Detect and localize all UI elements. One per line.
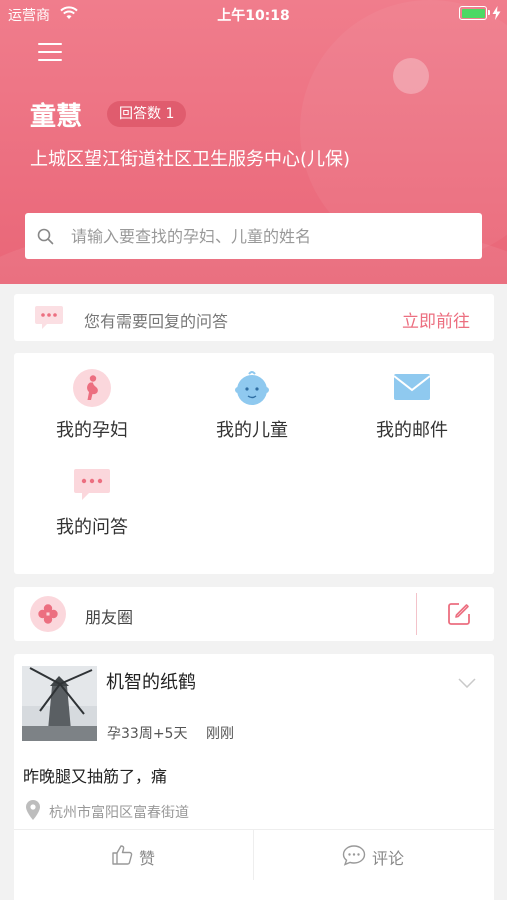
organization-name: 上城区望江街道社区卫生服务中心(儿保) bbox=[30, 149, 351, 170]
moments-header[interactable]: 朋友圈 bbox=[14, 587, 494, 641]
post-author[interactable]: 机智的纸鹤 bbox=[106, 668, 196, 694]
answer-count-badge: 回答数 1 bbox=[107, 101, 187, 127]
status-bar: 运营商 上午10:18 bbox=[0, 0, 507, 28]
thumbs-up-icon bbox=[112, 845, 133, 865]
menu-item-my-pregnant[interactable]: 我的孕妇 bbox=[22, 368, 162, 442]
child-face-icon bbox=[235, 371, 269, 405]
compose-icon[interactable] bbox=[447, 602, 471, 626]
post-actions: 赞 评论 bbox=[14, 829, 494, 880]
moment-post: 机智的纸鹤 孕33周+5天 刚刚 昨晚腿又抽筋了，痛 杭州市富阳区富春街道 赞 … bbox=[14, 654, 494, 900]
header: 运营商 上午10:18 童慧 回答数 1 上城区望江街道社区卫生服务中心(儿保) bbox=[0, 0, 507, 284]
notice-text: 您有需要回复的问答 bbox=[84, 312, 229, 331]
pregnant-woman-icon bbox=[73, 369, 111, 407]
menu-item-label: 我的问答 bbox=[56, 517, 128, 538]
like-label: 赞 bbox=[139, 849, 156, 868]
avatar[interactable] bbox=[22, 666, 97, 741]
location-pin-icon bbox=[26, 800, 40, 820]
comment-button[interactable]: 评论 bbox=[254, 830, 494, 880]
divider bbox=[416, 593, 417, 635]
menu-item-label: 我的邮件 bbox=[376, 420, 448, 441]
chat-bubble-icon bbox=[35, 306, 63, 329]
pending-answers-notice[interactable]: 您有需要回复的问答 立即前往 bbox=[14, 294, 494, 341]
clover-icon bbox=[30, 596, 66, 632]
moments-label: 朋友圈 bbox=[85, 608, 134, 627]
go-now-link[interactable]: 立即前往 bbox=[402, 307, 470, 332]
chevron-down-icon[interactable] bbox=[458, 678, 476, 688]
chat-bubble-icon bbox=[74, 469, 110, 500]
feature-menu: 我的孕妇 我的儿童 我的邮件 我的问答 bbox=[14, 353, 494, 574]
menu-item-my-child[interactable]: 我的儿童 bbox=[182, 368, 322, 442]
pregnancy-week: 孕33周+5天 bbox=[107, 726, 188, 742]
search-box[interactable] bbox=[25, 213, 482, 259]
header-moon-decoration bbox=[393, 58, 429, 94]
menu-item-label: 我的儿童 bbox=[216, 420, 288, 441]
comment-icon bbox=[342, 845, 366, 866]
menu-item-my-qa[interactable]: 我的问答 bbox=[22, 465, 162, 539]
status-time: 上午10:18 bbox=[217, 8, 290, 24]
search-input[interactable] bbox=[71, 213, 471, 259]
menu-item-label: 我的孕妇 bbox=[56, 420, 128, 441]
search-icon bbox=[37, 228, 54, 245]
like-button[interactable]: 赞 bbox=[14, 830, 254, 880]
charging-icon bbox=[492, 6, 501, 20]
battery-icon bbox=[459, 6, 490, 20]
user-name: 童慧 bbox=[30, 102, 83, 132]
menu-item-my-mail[interactable]: 我的邮件 bbox=[342, 368, 482, 442]
post-content: 昨晚腿又抽筋了，痛 bbox=[23, 767, 168, 786]
hamburger-menu-icon[interactable] bbox=[38, 43, 62, 63]
mail-icon bbox=[393, 374, 431, 400]
post-location: 杭州市富阳区富春街道 bbox=[49, 805, 189, 821]
comment-label: 评论 bbox=[372, 849, 405, 868]
avatar-windmill-image bbox=[22, 666, 97, 741]
post-time: 刚刚 bbox=[206, 726, 234, 742]
